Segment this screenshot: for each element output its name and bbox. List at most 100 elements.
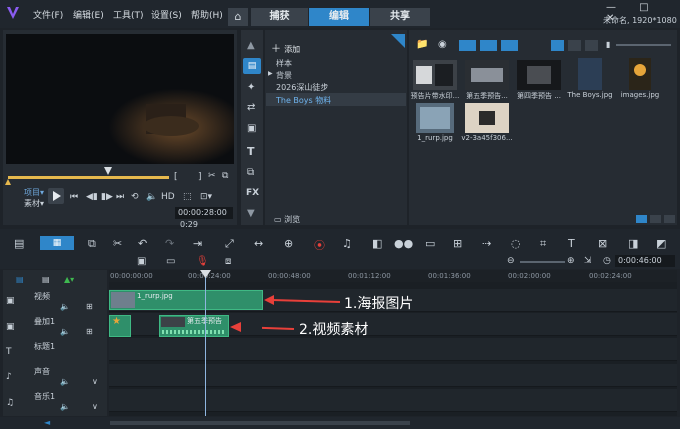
copy-icon[interactable]: ⧉: [88, 237, 96, 251]
scene-icon[interactable]: ▭: [425, 237, 435, 250]
thumbnail-view-button[interactable]: [551, 40, 564, 51]
show-all-tracks-icon[interactable]: ▤: [16, 275, 24, 284]
fx-icon[interactable]: FX: [246, 188, 259, 198]
menu-file[interactable]: 文件(F): [33, 8, 63, 21]
snapshot-icon[interactable]: ⧈: [225, 256, 231, 267]
overlay-clip[interactable]: 第五季预告: [159, 315, 229, 337]
track-manager-icon[interactable]: ▤: [42, 275, 50, 284]
record-icon[interactable]: ⦿: [314, 237, 325, 253]
mask-icon[interactable]: ⊠: [598, 237, 607, 250]
thumbnail-media[interactable]: [517, 60, 561, 90]
track-row-title[interactable]: [109, 338, 677, 361]
fit-project-icon[interactable]: ⇲: [584, 256, 592, 266]
tree-item-hiking[interactable]: 2026深山徒步: [276, 82, 328, 93]
extract-icon[interactable]: ⧉: [222, 171, 228, 181]
tab-edit[interactable]: 编辑: [309, 8, 369, 26]
lock-grid-icon[interactable]: ⊞: [86, 327, 93, 336]
title-icon[interactable]: T: [247, 145, 255, 158]
filter-video-button[interactable]: [459, 40, 476, 51]
zoom-out-icon[interactable]: ⊖: [507, 256, 515, 266]
thumbnail-size-slider[interactable]: [616, 44, 671, 46]
record-voice-icon[interactable]: ▣: [137, 256, 146, 267]
mode-clip[interactable]: 素材▾: [24, 198, 44, 209]
thumbnail-media[interactable]: [629, 58, 651, 90]
mute-icon[interactable]: 🔈: [60, 402, 70, 411]
storyboard-view-icon[interactable]: ▤: [14, 237, 24, 250]
mute-icon[interactable]: 🔈: [60, 302, 70, 311]
next-frame-icon[interactable]: ▮▶: [101, 192, 113, 202]
mute-icon[interactable]: 🔈: [60, 327, 70, 336]
redo-icon[interactable]: ↷: [165, 237, 174, 250]
menu-settings[interactable]: 设置(S): [151, 8, 182, 21]
mark-in-bracket-icon[interactable]: [: [174, 172, 178, 182]
paint-icon[interactable]: ◨: [628, 237, 638, 250]
align-icon[interactable]: ⊕: [284, 237, 293, 250]
overlay-clip-small[interactable]: ★: [109, 315, 131, 337]
thumbnail-media[interactable]: [416, 103, 454, 133]
playhead-handle-icon[interactable]: [200, 270, 211, 278]
template-icon[interactable]: ◩: [656, 237, 666, 250]
filter-image-button[interactable]: [480, 40, 497, 51]
sort-button[interactable]: [585, 40, 598, 51]
timecode-display[interactable]: 00:00:28:00 0:29: [175, 207, 233, 229]
thumbnail-media[interactable]: [465, 103, 509, 133]
import-folder-icon[interactable]: 📁: [416, 39, 428, 50]
volume-icon[interactable]: 🔈: [146, 192, 157, 202]
grid-icon[interactable]: ⊞: [453, 237, 462, 250]
crop-icon[interactable]: ⌗: [540, 237, 546, 251]
hd-toggle[interactable]: HD: [161, 192, 175, 202]
collapse-icon[interactable]: ∨: [92, 377, 98, 386]
horizontal-scrollbar[interactable]: [110, 421, 410, 425]
motion-icon[interactable]: ⇢: [482, 237, 491, 250]
instant-project-icon[interactable]: ✦: [247, 82, 255, 93]
tree-item-theboys[interactable]: The Boys 物料: [276, 95, 331, 106]
go-end-icon[interactable]: ⏭: [116, 192, 124, 202]
go-start-icon[interactable]: ⏮: [70, 192, 78, 202]
effects-icon[interactable]: ●●: [394, 237, 413, 250]
graphics-icon[interactable]: ⧉: [247, 167, 254, 178]
transition-icon[interactable]: ⇄: [247, 102, 255, 113]
timeline-view-button[interactable]: ▦: [40, 236, 74, 250]
tree-item-background[interactable]: 背景: [276, 70, 292, 81]
scrub-handle-icon[interactable]: [104, 167, 112, 175]
title-template-icon[interactable]: ▣: [247, 123, 256, 134]
menu-edit[interactable]: 编辑(E): [73, 8, 104, 21]
expand-arrow-icon[interactable]: ▶: [268, 70, 273, 77]
zoom-in-icon[interactable]: ⊕: [567, 256, 575, 266]
mark-out-bracket-icon[interactable]: ]: [198, 172, 202, 182]
lock-grid-icon[interactable]: ⊞: [86, 302, 93, 311]
tab-capture[interactable]: 捕获: [251, 8, 308, 26]
media-library-button[interactable]: ▤: [243, 58, 261, 74]
list-view-button[interactable]: [568, 40, 581, 51]
scroll-down-icon[interactable]: ▼: [247, 208, 255, 219]
multi-trim-icon[interactable]: ✂: [113, 237, 122, 250]
home-button[interactable]: ⌂: [228, 8, 248, 26]
panel-option-button[interactable]: [664, 215, 675, 223]
browse-button[interactable]: ▭ 浏览: [274, 214, 300, 225]
tree-item-samples[interactable]: 样本: [276, 58, 292, 69]
filter-audio-button[interactable]: [501, 40, 518, 51]
enlarge-icon[interactable]: ⬚: [183, 192, 192, 202]
panel-option-button[interactable]: [636, 215, 647, 223]
playhead[interactable]: [205, 270, 206, 416]
repeat-icon[interactable]: ⟲: [131, 192, 139, 202]
scrub-bar[interactable]: [8, 176, 169, 179]
thumbnail-media[interactable]: [578, 58, 602, 90]
3d-title-icon[interactable]: T: [568, 237, 575, 250]
path-icon[interactable]: ◌: [511, 237, 521, 250]
undo-icon[interactable]: ↶: [138, 237, 147, 250]
collapse-icon[interactable]: ∨: [92, 402, 98, 411]
mic-icon[interactable]: 🎙: [196, 256, 209, 267]
add-button[interactable]: ＋ 添加: [271, 40, 300, 55]
screen-capture-icon[interactable]: ▭: [166, 256, 175, 267]
split-clip-icon[interactable]: ✂: [208, 171, 216, 181]
panel-option-button[interactable]: [650, 215, 661, 223]
fit-icon[interactable]: ⇥: [193, 237, 202, 250]
capture-icon[interactable]: ◉: [438, 39, 447, 50]
zoom-slider[interactable]: [520, 261, 565, 263]
add-marker-icon[interactable]: ▲▾: [64, 275, 74, 284]
color-icon[interactable]: ◧: [372, 237, 382, 250]
prev-frame-icon[interactable]: ◀▮: [86, 192, 98, 202]
thumbnail-media[interactable]: [413, 60, 457, 90]
track-row-music[interactable]: [109, 389, 677, 412]
